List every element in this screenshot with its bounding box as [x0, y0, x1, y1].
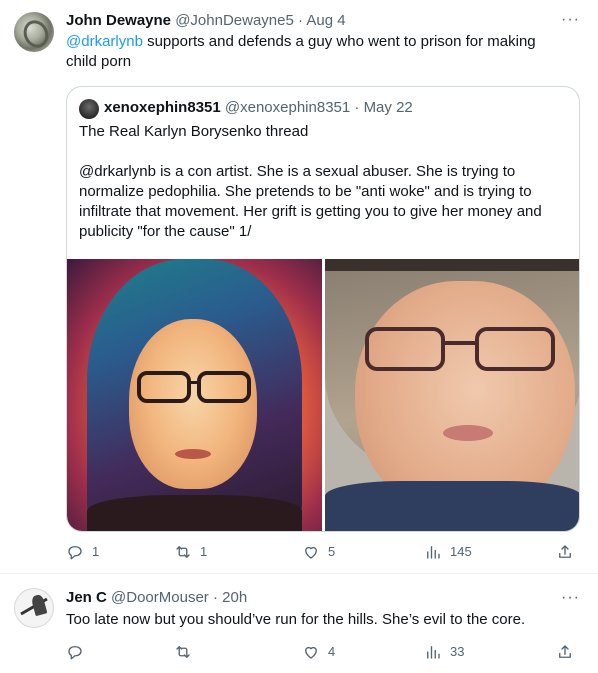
tweet-text: @drkarlynb supports and defends a guy wh… [66, 32, 566, 72]
like-button[interactable]: 4 [302, 643, 335, 661]
like-button[interactable]: 5 [302, 543, 335, 561]
quoted-author-name: xenoxephin8351 [104, 99, 221, 116]
more-icon[interactable]: ··· [561, 590, 580, 606]
avatar[interactable] [14, 12, 54, 52]
like-icon [305, 546, 317, 559]
views-button[interactable]: 145 [424, 543, 472, 561]
like-count: 5 [328, 544, 336, 559]
share-button[interactable] [556, 543, 574, 561]
quoted-timestamp: May 22 [363, 99, 413, 116]
retweet-button[interactable]: 1 [174, 543, 207, 561]
retweet-icon [176, 646, 190, 658]
share-button[interactable] [556, 643, 574, 661]
view-count: 145 [450, 544, 472, 559]
quoted-tweet[interactable]: xenoxephin8351 @xenoxephin8351 · May 22 … [66, 86, 580, 532]
reply-icon [68, 646, 82, 660]
tweet-actions: 1 1 5 145 [66, 543, 576, 563]
timestamp[interactable]: 20h [222, 589, 247, 606]
tweet[interactable]: John Dewayne @JohnDewayne5 · Aug 4 ··· @… [0, 0, 598, 574]
quoted-author-handle: @xenoxephin8351 [224, 99, 351, 116]
retweet-button[interactable] [174, 643, 200, 661]
media-image-illustrated-portrait[interactable] [67, 259, 322, 531]
like-icon [305, 646, 317, 659]
separator: · [354, 99, 360, 116]
author-handle[interactable]: @DoorMouser [111, 589, 209, 606]
quoted-tweet-header: xenoxephin8351 @xenoxephin8351 · May 22 [104, 98, 413, 118]
tweet-header: John Dewayne @JohnDewayne5 · Aug 4 [66, 11, 346, 31]
quoted-tweet-text: The Real Karlyn Borysenko thread @drkarl… [79, 122, 567, 242]
tweet-text: Too late now but you should’ve run for t… [66, 611, 526, 628]
author-name[interactable]: Jen C [66, 589, 107, 606]
timestamp[interactable]: Aug 4 [306, 12, 345, 29]
reply-icon [68, 546, 82, 560]
avatar [79, 99, 99, 119]
quoted-line-title: The Real Karlyn Borysenko thread [79, 123, 309, 140]
views-icon [427, 546, 440, 559]
share-icon [559, 545, 571, 558]
views-button[interactable]: 33 [424, 643, 464, 661]
retweet-count: 1 [200, 544, 208, 559]
mention-link[interactable]: @drkarlynb [66, 33, 143, 50]
separator: · [298, 12, 304, 29]
reply-button[interactable] [66, 643, 92, 661]
media-image-photo-portrait[interactable] [325, 259, 579, 531]
reply-button[interactable]: 1 [66, 543, 99, 561]
share-icon [559, 645, 571, 658]
like-count: 4 [328, 644, 336, 659]
views-icon [427, 646, 440, 659]
more-icon[interactable]: ··· [561, 12, 580, 28]
separator: · [212, 589, 218, 606]
view-count: 33 [450, 644, 465, 659]
tweet-actions: 4 33 [66, 643, 576, 663]
quoted-line-body: @drkarlynb is a con artist. She is a sex… [79, 163, 542, 240]
avatar[interactable] [14, 588, 54, 628]
tweet-header: Jen C @DoorMouser · 20h [66, 588, 247, 608]
reply-count: 1 [92, 544, 100, 559]
retweet-icon [176, 546, 190, 558]
author-handle[interactable]: @JohnDewayne5 [175, 12, 294, 29]
author-name[interactable]: John Dewayne [66, 12, 171, 29]
